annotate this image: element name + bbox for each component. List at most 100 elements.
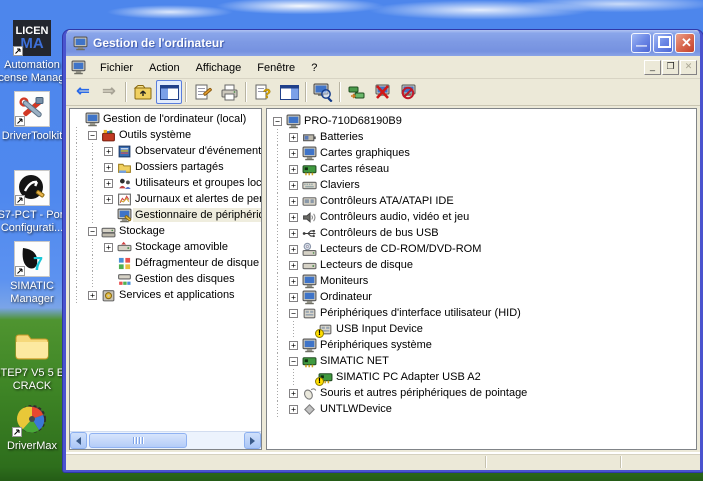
scroll-left-button[interactable] xyxy=(70,432,87,449)
tree-item[interactable]: Gestionnaire de périphériques xyxy=(72,207,261,223)
tree-item[interactable]: −PRO-710D68190B9 xyxy=(273,113,696,129)
tree-item[interactable]: +Contrôleurs de bus USB xyxy=(273,225,696,241)
tree-item[interactable]: Défragmenteur de disque xyxy=(72,255,261,271)
show-panel-button[interactable] xyxy=(276,80,302,104)
help-button[interactable]: ? xyxy=(250,80,276,104)
expand-plus-icon[interactable]: + xyxy=(289,261,298,270)
tree-item[interactable]: −Outils système xyxy=(72,127,261,143)
tree-guide xyxy=(88,239,104,255)
expand-plus-icon[interactable]: + xyxy=(104,179,113,188)
disable-button[interactable] xyxy=(396,80,422,104)
scrollbar-track[interactable] xyxy=(88,432,243,449)
expand-plus-icon[interactable]: + xyxy=(104,195,113,204)
tree-item[interactable]: +Souris et autres périphériques de point… xyxy=(273,385,696,401)
close-button[interactable]: ✕ xyxy=(675,33,695,53)
computer-management-window: Gestion de l'ordinateur — ✕ FichierActio… xyxy=(63,30,703,472)
tree-item-label: Services et applications xyxy=(117,288,238,302)
expand-plus-icon[interactable]: + xyxy=(289,245,298,254)
menu-item-action[interactable]: Action xyxy=(141,59,188,77)
expand-plus-icon[interactable]: + xyxy=(104,243,113,252)
expand-plus-icon[interactable]: + xyxy=(289,293,298,302)
expand-plus-icon[interactable]: + xyxy=(289,133,298,142)
expander-cell: + xyxy=(289,129,301,145)
update-driver-button[interactable] xyxy=(344,80,370,104)
tree-item[interactable]: +Contrôleurs audio, vidéo et jeu xyxy=(273,209,696,225)
collapse-minus-icon[interactable]: − xyxy=(289,357,298,366)
tree-item[interactable]: −SIMATIC NET xyxy=(273,353,696,369)
tree-item[interactable]: +UNTLWDevice xyxy=(273,401,696,417)
menu-item-fenetre[interactable]: Fenêtre xyxy=(249,59,303,77)
expand-plus-icon[interactable]: + xyxy=(104,147,113,156)
tree-item[interactable]: +Moniteurs xyxy=(273,273,696,289)
tree-item[interactable]: +Ordinateur xyxy=(273,289,696,305)
toolbar-separator xyxy=(185,82,187,102)
tree-item[interactable]: + Services et applications xyxy=(72,287,261,303)
tree-item-label: Périphériques d'interface utilisateur (H… xyxy=(318,306,524,320)
device-manager-icon xyxy=(116,207,133,223)
expand-plus-icon[interactable]: + xyxy=(289,213,298,222)
expand-plus-icon[interactable]: + xyxy=(289,149,298,158)
console-tree: Gestion de l'ordinateur (local)−Outils s… xyxy=(72,111,261,432)
expander-cell: + xyxy=(289,193,301,209)
tree-guide xyxy=(88,255,104,271)
tree-item[interactable]: Gestion de l'ordinateur (local) xyxy=(72,111,261,127)
show-tree-button[interactable] xyxy=(156,80,182,104)
horizontal-scrollbar[interactable] xyxy=(70,431,261,449)
expand-plus-icon[interactable]: + xyxy=(289,165,298,174)
tree-item[interactable]: +Utilisateurs et groupes locaux xyxy=(72,175,261,191)
menu-item-affichage[interactable]: Affichage xyxy=(188,59,250,77)
expand-plus-icon[interactable]: + xyxy=(289,389,298,398)
expand-plus-icon[interactable]: + xyxy=(289,229,298,238)
menu-item-aide[interactable]: ? xyxy=(303,59,325,77)
print-button[interactable] xyxy=(216,80,242,104)
tree-item[interactable]: −Stockage xyxy=(72,223,261,239)
tree-item[interactable]: +Cartes graphiques xyxy=(273,145,696,161)
forward-button[interactable]: ⇒ xyxy=(96,80,122,104)
mdi-restore-button[interactable]: ❐ xyxy=(662,60,679,75)
mdi-minimize-button[interactable]: _ xyxy=(644,60,661,75)
tree-item[interactable]: +Stockage amovible xyxy=(72,239,261,255)
collapse-minus-icon[interactable]: − xyxy=(289,309,298,318)
tree-item[interactable]: !SIMATIC PC Adapter USB A2 xyxy=(273,369,696,385)
tree-guide xyxy=(273,273,289,289)
maximize-button[interactable] xyxy=(653,33,673,53)
expand-plus-icon[interactable]: + xyxy=(289,405,298,414)
tree-item[interactable]: +Dossiers partagés xyxy=(72,159,261,175)
tree-item[interactable]: +Lecteurs de CD-ROM/DVD-ROM xyxy=(273,241,696,257)
expand-plus-icon[interactable]: + xyxy=(88,291,97,300)
collapse-minus-icon[interactable]: − xyxy=(88,131,97,140)
tree-item-label: Journaux et alertes de performance xyxy=(133,192,261,206)
collapse-minus-icon[interactable]: − xyxy=(88,227,97,236)
tree-guide xyxy=(72,191,88,207)
back-button[interactable]: ⇐ xyxy=(70,80,96,104)
expand-plus-icon[interactable]: + xyxy=(289,277,298,286)
tree-item[interactable]: − Périphériques d'interface utilisateur (… xyxy=(273,305,696,321)
tree-item[interactable]: +Batteries xyxy=(273,129,696,145)
expand-plus-icon[interactable]: + xyxy=(289,341,298,350)
battery-icon xyxy=(301,129,318,145)
collapse-minus-icon[interactable]: − xyxy=(273,117,282,126)
scan-button[interactable] xyxy=(310,80,336,104)
tree-item[interactable]: +Cartes réseau xyxy=(273,161,696,177)
minimize-button[interactable]: — xyxy=(631,33,651,53)
tree-item[interactable]: +Contrôleurs ATA/ATAPI IDE xyxy=(273,193,696,209)
tree-item[interactable]: +Observateur d'événements xyxy=(72,143,261,159)
scroll-right-button[interactable] xyxy=(244,432,261,449)
tree-item[interactable]: Gestion des disques xyxy=(72,271,261,287)
tree-item[interactable]: + Journaux et alertes de performance xyxy=(72,191,261,207)
tree-item[interactable]: +Claviers xyxy=(273,177,696,193)
uninstall-button[interactable] xyxy=(370,80,396,104)
tree-item[interactable]: +Périphériques système xyxy=(273,337,696,353)
title-bar[interactable]: Gestion de l'ordinateur — ✕ xyxy=(66,30,700,56)
scrollbar-thumb[interactable] xyxy=(89,433,187,448)
expand-plus-icon[interactable]: + xyxy=(104,163,113,172)
expander-cell: + xyxy=(289,177,301,193)
tree-item[interactable]: +Lecteurs de disque xyxy=(273,257,696,273)
properties-button[interactable] xyxy=(190,80,216,104)
tree-guide xyxy=(72,207,88,223)
expand-plus-icon[interactable]: + xyxy=(289,181,298,190)
menu-item-fichier[interactable]: Fichier xyxy=(92,59,141,77)
tree-item[interactable]: !USB Input Device xyxy=(273,321,696,337)
expand-plus-icon[interactable]: + xyxy=(289,197,298,206)
up-button[interactable] xyxy=(130,80,156,104)
